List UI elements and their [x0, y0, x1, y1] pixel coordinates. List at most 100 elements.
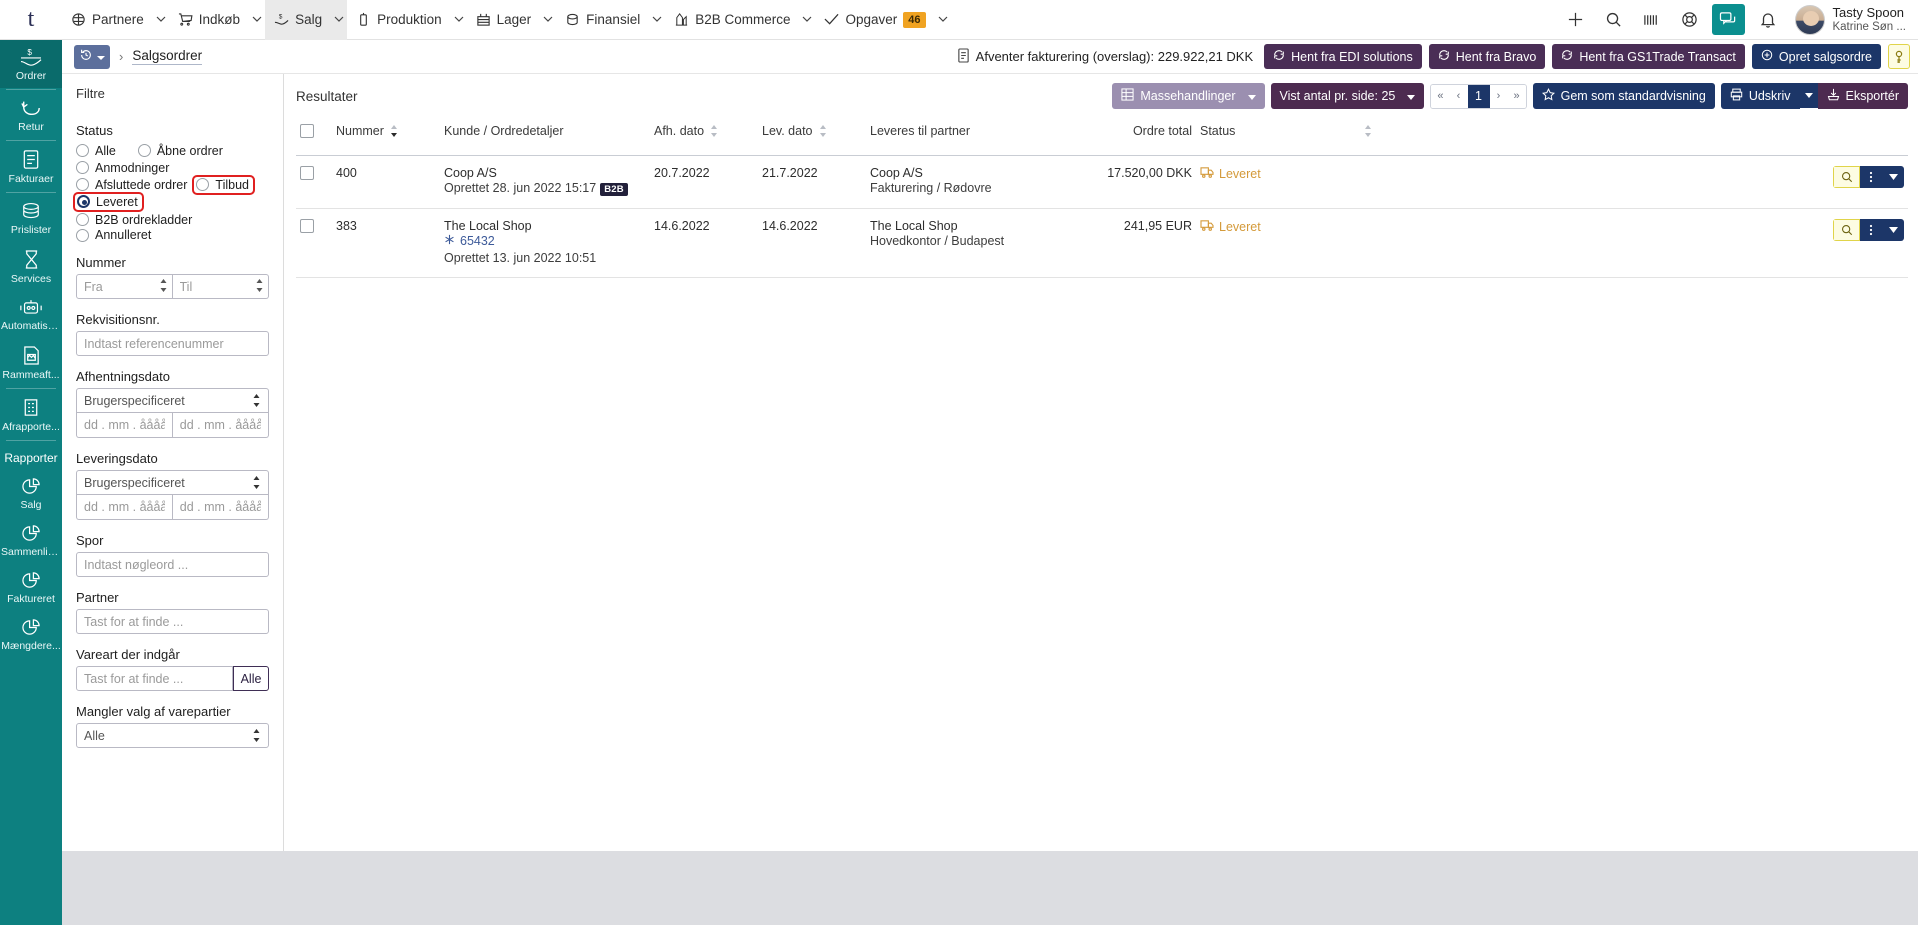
menu-opgaver[interactable]: Opgaver 46	[815, 0, 934, 40]
menu-produktion[interactable]: Produktion	[347, 0, 451, 40]
afhentningsdato-to-input[interactable]	[173, 413, 269, 438]
page-size-button[interactable]: Vist antal pr. side: 25	[1271, 83, 1425, 109]
radio-status-annulleret[interactable]: Annulleret	[76, 228, 269, 242]
th-kunde-ordredetaljer[interactable]: Kunde / Ordredetaljer	[440, 118, 650, 156]
radio-status-leveret[interactable]: Leveret	[76, 195, 141, 209]
rail-item-retur[interactable]: Retur	[0, 91, 62, 139]
rail-item-faktureret[interactable]: Faktureret	[0, 564, 62, 611]
mass-actions-button[interactable]: Massehandlinger	[1112, 83, 1264, 109]
select-all-checkbox[interactable]	[300, 124, 314, 138]
row-checkbox[interactable]	[300, 166, 314, 180]
app-logo[interactable]: t	[0, 0, 62, 40]
table-row[interactable]: 383 The Local Shop 65432 Oprettet 13. ju…	[296, 209, 1908, 278]
rail-item-maengdereduktion[interactable]: Mængdere...	[0, 611, 62, 658]
sort-icon[interactable]	[710, 125, 718, 137]
partner-input[interactable]	[76, 609, 269, 634]
menu-salg[interactable]: $ Salg	[265, 0, 331, 40]
rail-item-fakturaer[interactable]: Fakturaer	[0, 142, 62, 191]
pager-last[interactable]: »	[1508, 85, 1526, 108]
radio-status-b2b-ordrekladder[interactable]: B2B ordrekladder	[76, 213, 269, 227]
radio-status-tilbud[interactable]: Tilbud	[195, 178, 252, 192]
chevron-down-icon[interactable]	[1882, 166, 1904, 188]
rail-item-rammeaftaler[interactable]: Rammeaft...	[0, 338, 62, 387]
th-ordre-total[interactable]: Ordre total	[1056, 118, 1196, 156]
chevron-down-icon[interactable]	[1882, 219, 1904, 241]
barcode-icon[interactable]	[1632, 0, 1670, 40]
print-dropdown-caret-icon[interactable]	[1800, 83, 1818, 108]
chevron-down-icon[interactable]	[799, 0, 815, 40]
rail-item-ordrer[interactable]: $ Ordrer	[0, 40, 62, 88]
leveringsdato-to-input[interactable]	[173, 495, 269, 520]
print-button[interactable]: Udskriv	[1721, 83, 1800, 109]
sort-icon[interactable]	[1364, 125, 1372, 137]
user-block[interactable]: Tasty Spoon Katrine Søn ...	[1832, 5, 1918, 34]
reference-number[interactable]: 65432	[460, 233, 495, 250]
pager-first[interactable]: «	[1431, 85, 1449, 108]
leveringsdato-mode-select[interactable]: Brugerspecificeret	[76, 470, 269, 495]
radio-button[interactable]	[196, 178, 209, 191]
varepartier-select[interactable]: Alle	[76, 723, 269, 748]
radio-button[interactable]	[76, 161, 89, 174]
rail-item-automatisk[interactable]: Automatisk...	[0, 291, 62, 338]
reference-line[interactable]: 65432	[444, 233, 646, 250]
stepper-icon[interactable]	[159, 279, 168, 294]
radio-status-alle[interactable]: Alle	[76, 144, 116, 158]
stepper-icon[interactable]	[255, 279, 264, 294]
leveringsdato-from-input[interactable]	[76, 495, 173, 520]
radio-status-abne-ordrer[interactable]: Åbne ordrer	[138, 144, 223, 158]
th-leveres-til-partner[interactable]: Leveres til partner	[866, 118, 1056, 156]
vareart-input[interactable]	[76, 666, 233, 691]
magnifier-icon[interactable]	[1833, 219, 1860, 241]
bell-icon[interactable]	[1749, 0, 1787, 40]
history-button[interactable]	[74, 45, 110, 69]
plus-icon[interactable]	[1556, 0, 1594, 40]
kebab-icon[interactable]	[1860, 219, 1882, 241]
sort-icon[interactable]	[819, 125, 827, 137]
sort-icon[interactable]	[390, 125, 398, 137]
radio-button[interactable]	[76, 213, 89, 226]
pager-prev[interactable]: ‹	[1450, 85, 1468, 108]
row-checkbox[interactable]	[300, 219, 314, 233]
rail-item-prislister[interactable]: Prislister	[0, 194, 62, 242]
fetch-bravo-button[interactable]: Hent fra Bravo	[1429, 44, 1546, 69]
afhentningsdato-mode-select[interactable]: Brugerspecificeret	[76, 388, 269, 413]
afhentningsdato-from-input[interactable]	[76, 413, 173, 438]
menu-b2b-commerce[interactable]: B2B Commerce	[665, 0, 799, 40]
menu-partnere[interactable]: Partnere	[62, 0, 153, 40]
search-icon[interactable]	[1594, 0, 1632, 40]
magnifier-icon[interactable]	[1833, 166, 1860, 188]
pager-current-page[interactable]: 1	[1468, 85, 1490, 108]
fetch-edi-solutions-button[interactable]: Hent fra EDI solutions	[1264, 44, 1422, 69]
chevron-down-icon[interactable]	[331, 0, 347, 40]
pager-next[interactable]: ›	[1490, 85, 1508, 108]
export-button[interactable]: Eksportér	[1818, 83, 1909, 109]
radio-button[interactable]	[76, 178, 89, 191]
fetch-gs1trade-button[interactable]: Hent fra GS1Trade Transact	[1552, 44, 1745, 69]
radio-button[interactable]	[138, 144, 151, 157]
rail-item-sammenligning[interactable]: Sammenlig...	[0, 517, 62, 564]
menu-lager[interactable]: Lager	[467, 0, 541, 40]
lifebuoy-icon[interactable]	[1670, 0, 1708, 40]
radio-status-anmodninger[interactable]: Anmodninger	[76, 161, 269, 175]
radio-button[interactable]	[76, 144, 89, 157]
rail-item-afrapportering[interactable]: Afrapporte...	[0, 390, 62, 439]
radio-button[interactable]	[76, 229, 89, 242]
th-status[interactable]: Status	[1196, 118, 1376, 156]
rail-item-salg-rapport[interactable]: Salg	[0, 470, 62, 517]
th-nummer[interactable]: Nummer	[332, 118, 440, 156]
th-afh-dato[interactable]: Afh. dato	[650, 118, 758, 156]
chevron-down-icon[interactable]	[540, 0, 556, 40]
radio-status-afsluttede-ordrer[interactable]: Afsluttede ordrer	[76, 178, 187, 192]
spor-input[interactable]	[76, 552, 269, 577]
chat-icon[interactable]	[1712, 4, 1745, 35]
key-icon[interactable]	[1888, 44, 1910, 69]
save-default-view-button[interactable]: Gem som standardvisning	[1533, 83, 1715, 109]
create-sales-order-button[interactable]: Opret salgsordre	[1752, 44, 1881, 69]
menu-finansiel[interactable]: Finansiel	[556, 0, 649, 40]
th-lev-dato[interactable]: Lev. dato	[758, 118, 866, 156]
radio-button[interactable]	[77, 195, 90, 208]
chevron-down-icon[interactable]	[451, 0, 467, 40]
vareart-alle-button[interactable]: Alle	[233, 666, 269, 691]
chevron-down-icon[interactable]	[935, 0, 951, 40]
table-row[interactable]: 400 Coop A/S Oprettet 28. jun 2022 15:17…	[296, 156, 1908, 209]
